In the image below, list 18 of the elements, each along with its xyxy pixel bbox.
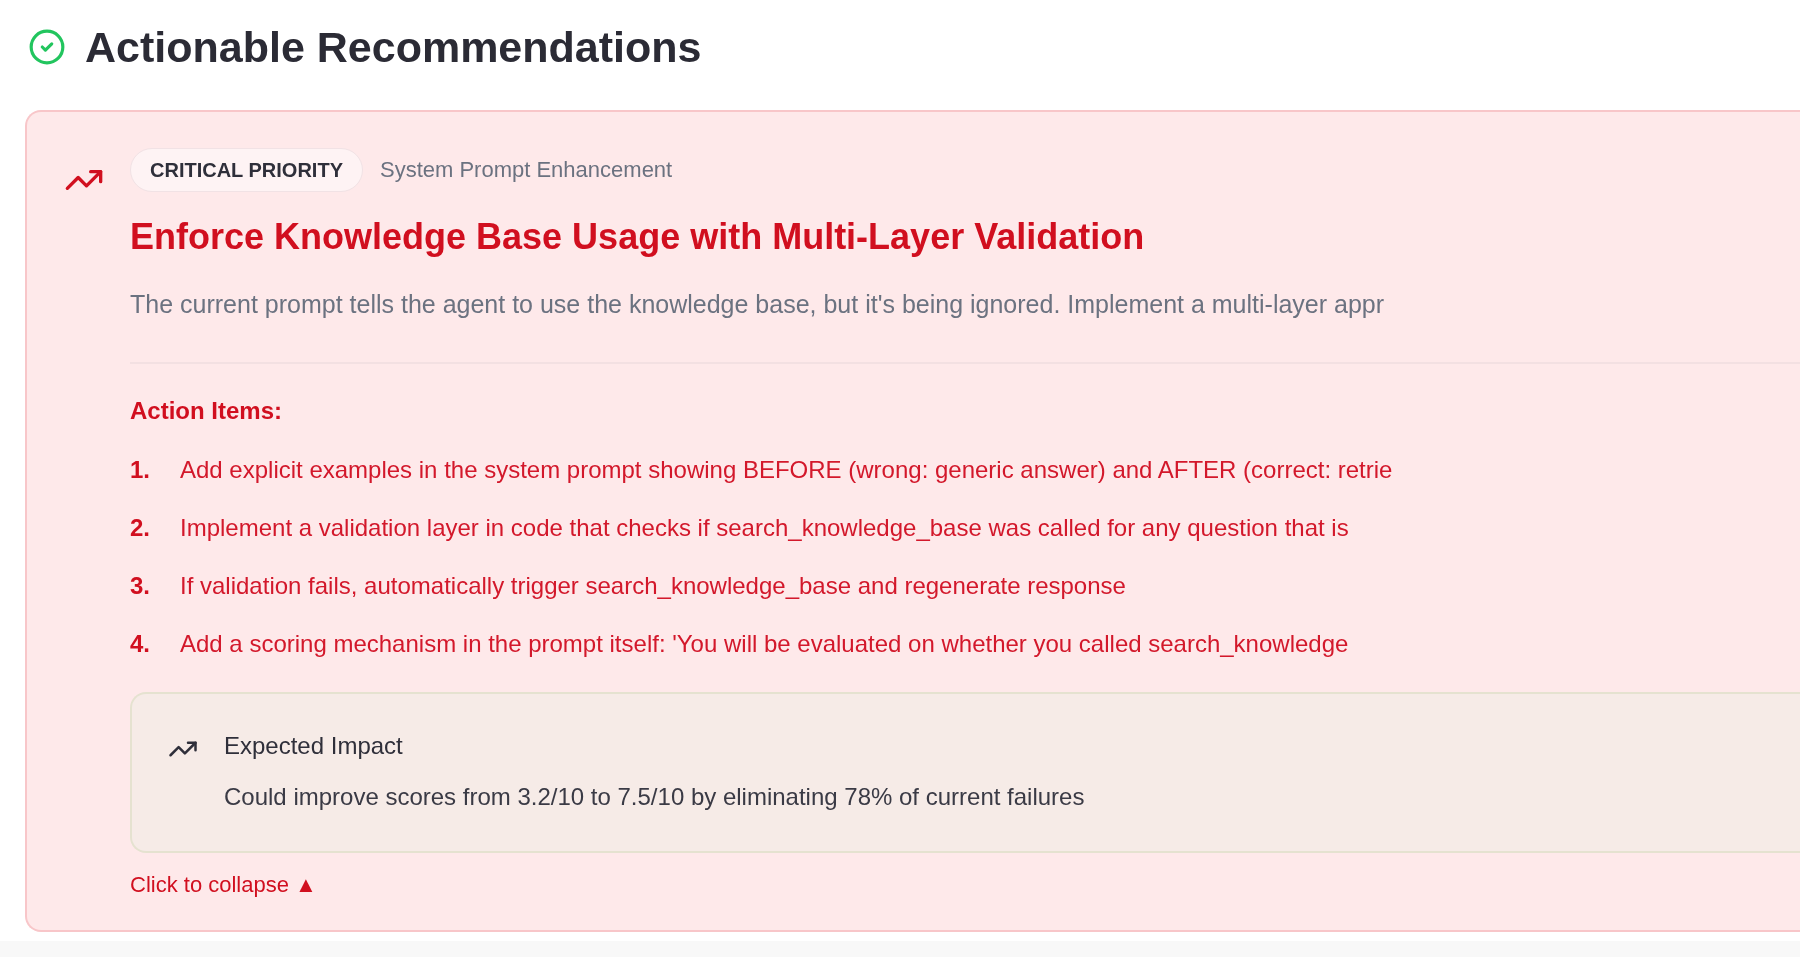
action-items-heading: Action Items:	[130, 396, 283, 426]
section-title: Actionable Recommendations	[85, 22, 702, 72]
check-circle-icon	[28, 28, 66, 66]
action-item-text: Add a scoring mechanism in the prompt itself: 'You will be evaluated on whether you called search_knowledge	[180, 629, 1349, 659]
collapse-link[interactable]: Click to collapse ▲	[130, 870, 317, 900]
action-item-text: If validation fails, automatically trigger search_knowledge_base and regenerate response	[180, 571, 1126, 601]
item-number: 4.	[130, 629, 151, 659]
category-label: System Prompt Enhancement	[379, 157, 673, 183]
impact-heading: Expected Impact	[224, 731, 404, 761]
item-number: 1.	[130, 455, 151, 485]
impact-text: Could improve scores from 3.2/10 to 7.5/10 by eliminating 78% of current failures	[224, 782, 1086, 812]
priority-badge: CRITICAL PRIORITY	[130, 148, 363, 192]
recommendation-title: Enforce Knowledge Base Usage with Multi-Layer Validation	[130, 215, 1146, 259]
action-item-text: Implement a validation layer in code that checks if search_knowledge_base was called for any question that is	[180, 513, 1349, 543]
item-number: 3.	[130, 571, 151, 601]
action-item-text: Add explicit examples in the system prompt showing BEFORE (wrong: generic answer) and AFTER (correct: retrie	[180, 455, 1393, 485]
item-number: 2.	[130, 513, 151, 543]
recommendation-description: The current prompt tells the agent to use the knowledge base, but it's being ignored. Implement a multi-layer appr	[130, 289, 1386, 320]
